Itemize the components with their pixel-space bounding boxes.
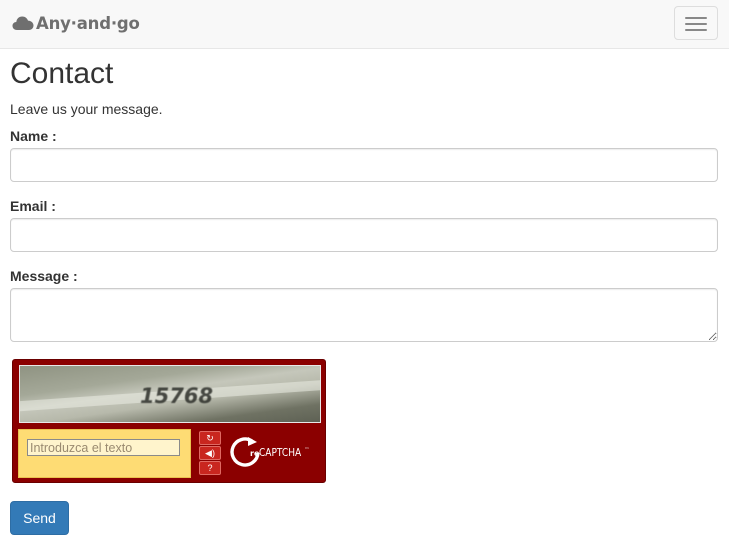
recaptcha-widget: 15768 ↻ ◀) ? reCAPTCHA™ (12, 359, 326, 483)
reload-icon: ↻ (206, 433, 214, 443)
email-input[interactable] (10, 218, 718, 252)
captcha-challenge-text: 15768 (140, 384, 214, 408)
audio-icon: ◀) (205, 448, 215, 458)
name-label: Name : (10, 128, 57, 144)
message-label: Message : (10, 268, 78, 284)
navbar-toggle-button[interactable] (674, 6, 718, 40)
captcha-reload-button[interactable]: ↻ (199, 431, 221, 445)
brand-link[interactable]: Any·and·go (12, 11, 140, 35)
captcha-challenge-image: 15768 (19, 365, 321, 423)
recaptcha-logo-text: reCAPTCHA ™ (250, 447, 310, 459)
name-input[interactable] (10, 148, 718, 182)
email-label: Email : (10, 198, 56, 214)
cloud-icon (12, 16, 34, 30)
send-button[interactable]: Send (10, 501, 69, 535)
page-subtitle: Leave us your message. (10, 101, 163, 117)
brand-name: Any·and·go (36, 13, 140, 33)
captcha-audio-button[interactable]: ◀) (199, 446, 221, 460)
captcha-response-input[interactable] (27, 439, 180, 456)
navbar: Any·and·go (0, 0, 729, 49)
help-icon: ? (207, 463, 213, 473)
message-textarea[interactable] (10, 288, 718, 342)
page-title: Contact (10, 57, 114, 90)
captcha-response-box (18, 429, 191, 478)
captcha-help-button[interactable]: ? (199, 461, 221, 475)
